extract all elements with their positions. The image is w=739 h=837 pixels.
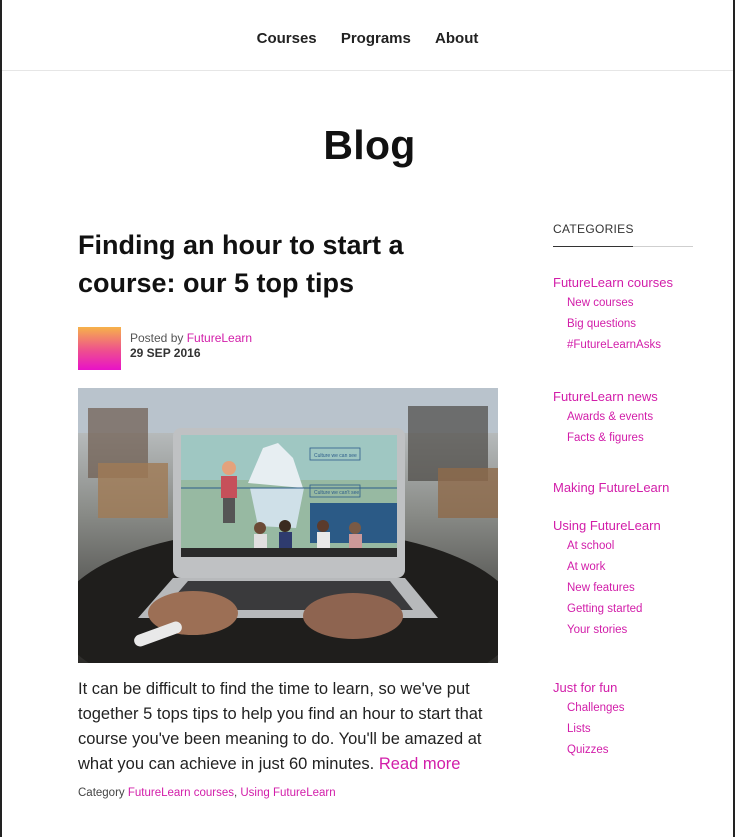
post-meta: Posted by FutureLearn 29 SEP 2016 — [78, 327, 498, 371]
category-futurelearnasks[interactable]: #FutureLearnAsks — [567, 339, 673, 351]
category-futurelearn-courses[interactable]: FutureLearn courses — [553, 275, 673, 290]
categories-sidebar: CATEGORIES FutureLearn courses New cours… — [553, 222, 693, 756]
sidebar-heading: CATEGORIES — [553, 222, 693, 247]
category-just-for-fun[interactable]: Just for fun — [553, 680, 625, 695]
nav-programs[interactable]: Programs — [341, 30, 411, 47]
page-title: Blog — [323, 122, 416, 168]
category-new-features[interactable]: New features — [567, 582, 661, 594]
laptop-photo: Culture we can see Culture we can't see — [58, 388, 518, 708]
nav-courses[interactable]: Courses — [257, 30, 317, 47]
category-awards-events[interactable]: Awards & events — [567, 411, 658, 423]
author-link[interactable]: FutureLearn — [187, 331, 252, 345]
category-big-questions[interactable]: Big questions — [567, 318, 673, 330]
category-lists[interactable]: Lists — [567, 723, 625, 735]
nav-about[interactable]: About — [435, 30, 478, 47]
post-hero-image[interactable]: Culture we can see Culture we can't see — [58, 388, 518, 708]
category-label: Category — [78, 787, 128, 799]
category-challenges[interactable]: Challenges — [567, 702, 625, 714]
category-using-futurelearn[interactable]: Using FutureLearn — [553, 518, 661, 533]
post-excerpt: It can be difficult to find the time to … — [78, 677, 498, 777]
top-nav: Courses Programs About — [2, 0, 733, 71]
category-group-fun: Just for fun Challenges Lists Quizzes — [553, 680, 625, 756]
post-category-link-1[interactable]: FutureLearn courses — [128, 787, 234, 799]
hero-caption-2: Culture we can't see — [314, 490, 359, 496]
post-category-link-2[interactable]: Using FutureLearn — [240, 787, 335, 799]
category-futurelearn-news[interactable]: FutureLearn news — [553, 389, 658, 404]
category-new-courses[interactable]: New courses — [567, 297, 673, 309]
category-your-stories[interactable]: Your stories — [567, 624, 661, 636]
post-date: 29 SEP 2016 — [130, 346, 201, 360]
category-at-work[interactable]: At work — [567, 561, 661, 573]
author-avatar — [78, 327, 121, 370]
post-categories: Category FutureLearn courses, Using Futu… — [78, 787, 336, 799]
category-at-school[interactable]: At school — [567, 540, 661, 552]
hero-caption-1: Culture we can see — [314, 453, 357, 459]
blog-post: Finding an hour to start a course: our 5… — [58, 226, 518, 799]
category-making-futurelearn[interactable]: Making FutureLearn — [553, 480, 669, 495]
category-facts-figures[interactable]: Facts & figures — [567, 432, 658, 444]
category-group-news: FutureLearn news Awards & events Facts &… — [553, 389, 658, 444]
post-title-text[interactable]: Finding an hour to start a course: our 5… — [78, 230, 404, 298]
post-title[interactable]: Finding an hour to start a course: our 5… — [78, 226, 458, 302]
nav-links: Courses Programs About — [2, 30, 733, 47]
category-getting-started[interactable]: Getting started — [567, 603, 661, 615]
category-group-using: Using FutureLearn At school At work New … — [553, 518, 661, 636]
post-byline: Posted by FutureLearn 29 SEP 2016 — [130, 331, 252, 361]
posted-by-label: Posted by — [130, 331, 187, 345]
category-group-making: Making FutureLearn — [553, 480, 669, 495]
category-group-courses: FutureLearn courses New courses Big ques… — [553, 275, 673, 351]
read-more-link[interactable]: Read more — [379, 755, 461, 773]
category-quizzes[interactable]: Quizzes — [567, 744, 625, 756]
